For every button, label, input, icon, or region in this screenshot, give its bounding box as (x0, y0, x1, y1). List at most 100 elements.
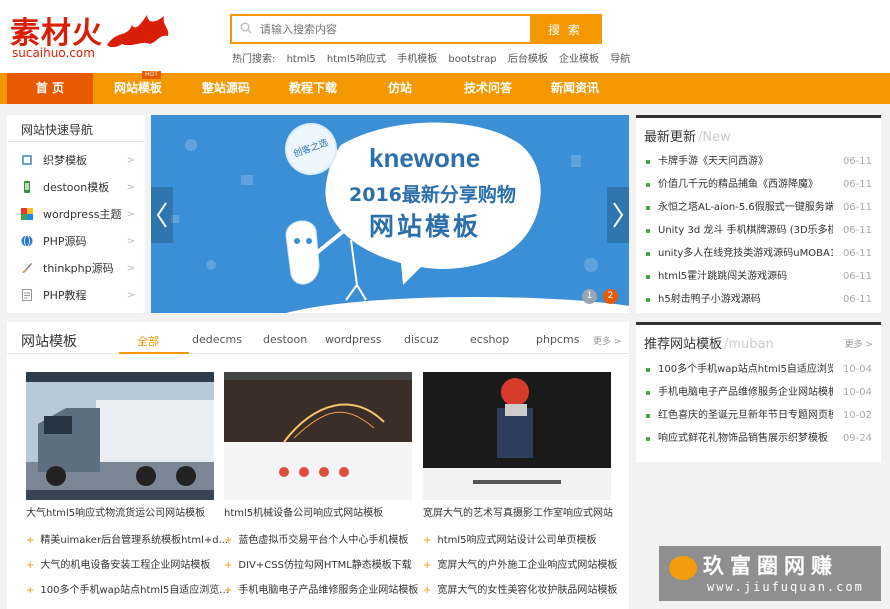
hot-searches: 热门搜索: html5 html5响应式 手机模板 bootstrap 后台模板… (232, 50, 638, 65)
tab-phpcms[interactable]: phpcms (536, 333, 579, 346)
quick-nav-item[interactable]: 织梦模板 > (7, 147, 145, 174)
more-link[interactable]: 更多 > (593, 334, 621, 347)
fox-logo-icon (669, 556, 697, 580)
hot-term[interactable]: html5 (287, 54, 316, 65)
bullet-icon (646, 275, 650, 279)
template-tabs: 网站模板 全部 dedecms destoon wordpress discuz… (7, 322, 629, 354)
banner-dot-2[interactable]: 2 (603, 289, 618, 304)
chevron-right-icon: > (126, 155, 135, 166)
template-list-item[interactable]: + 宽屏大气的户外施工企业响应式网站模板 (423, 556, 617, 571)
quick-nav-item[interactable]: thinkphp源码 > (7, 255, 145, 282)
template-list-item[interactable]: + 宽屏大气的女性美容化妆护肤品网站模板 (423, 581, 617, 596)
search-input[interactable] (232, 16, 530, 42)
wordpress-icon (21, 208, 33, 220)
bullet-icon (646, 160, 650, 164)
hot-label: 热门搜索: (232, 54, 276, 65)
templates-title: 网站模板 (21, 334, 77, 350)
banner-prev-button[interactable] (151, 187, 173, 243)
list-item[interactable]: 卡牌手游《天天问西游》 06-11 (644, 150, 876, 173)
template-list-item[interactable]: + 大气的机电设备安装工程企业网站模板 (26, 556, 210, 571)
truck-image-icon (26, 372, 214, 500)
search-button[interactable]: 搜 索 (530, 16, 600, 42)
nav-item-news[interactable]: 新闻资讯 (537, 73, 613, 104)
list-item[interactable]: 手机电脑电子产品维修服务企业网站模板 10-04 (644, 381, 876, 404)
hot-term[interactable]: 后台模板 (508, 54, 548, 65)
active-tab-indicator (119, 352, 189, 354)
template-list-item[interactable]: +100多个手机wap站点html5自适应浏览... (26, 581, 229, 596)
tab-dedecms[interactable]: dedecms (192, 333, 242, 346)
quick-nav-item[interactable]: wordpress主题 > (7, 201, 145, 228)
bullet-icon (646, 368, 650, 372)
brush-icon (22, 263, 32, 273)
hot-term[interactable]: html5响应式 (327, 54, 386, 65)
template-caption[interactable]: 大气html5响应式物流货运公司网站模板 (26, 504, 205, 519)
list-item[interactable]: h5射击鸭子小游戏源码 06-11 (644, 288, 876, 311)
bullet-icon (646, 437, 650, 441)
hot-term[interactable]: 手机模板 (397, 54, 437, 65)
tab-ecshop[interactable]: ecshop (470, 333, 509, 346)
hot-term[interactable]: 导航 (610, 54, 630, 65)
hot-term[interactable]: 企业模板 (559, 54, 599, 65)
site-logo[interactable]: 素材火 sucaihuo.com (10, 8, 169, 60)
template-caption[interactable]: html5机械设备公司响应式网站模板 (224, 504, 383, 519)
bullet-icon (646, 414, 650, 418)
nav-item-qa[interactable]: 技术问答 (450, 73, 526, 104)
template-list-item[interactable]: + html5响应式网站设计公司单页模板 (423, 531, 597, 546)
list-item[interactable]: unity多人在线竞技类游戏源码uMOBA1... 06-11 (644, 242, 876, 265)
list-item[interactable]: 100多个手机wap站点html5自适应浏览... 10-04 (644, 358, 876, 381)
chevron-left-icon (156, 202, 167, 228)
template-list-item[interactable]: + DIV+CSS仿拉勾网HTML静态模板下载 (224, 556, 412, 571)
document-icon (22, 289, 32, 301)
list-item[interactable]: 响应式鲜花礼物饰品销售展示织梦模板 09-24 (644, 427, 876, 450)
template-list-item[interactable]: + 精美uimaker后台管理系统模板html+d... (26, 531, 228, 546)
bullet-icon (646, 298, 650, 302)
list-item[interactable]: 红色喜庆的圣诞元旦新年节日专题网页模... 10-02 (644, 404, 876, 427)
nav-item-clone[interactable]: 仿站 (362, 73, 438, 104)
list-item[interactable]: Unity 3d 龙斗 手机棋牌源码 (3D乐多棋... 06-11 (644, 219, 876, 242)
dedecms-icon (22, 155, 32, 165)
quick-nav-item[interactable]: destoon模板 > (7, 174, 145, 201)
tab-wordpress[interactable]: wordpress (325, 333, 382, 346)
bullet-icon (646, 252, 650, 256)
template-thumb-photography[interactable] (423, 372, 611, 500)
template-thumb-truck[interactable] (26, 372, 214, 500)
quick-nav-item[interactable]: PHP教程 > (7, 282, 145, 309)
tab-destoon[interactable]: destoon (263, 333, 307, 346)
latest-title: 最新更新/New (644, 130, 731, 145)
flame-logo-icon (107, 15, 169, 48)
banner-dot-1[interactable]: 1 (582, 289, 597, 304)
banner-line2: 网站模板 (369, 212, 482, 241)
tab-all[interactable]: 全部 (137, 333, 159, 349)
photographer-image-icon (423, 372, 611, 500)
watermark-overlay: 玖富圈网赚 www.jiufuquan.com (659, 546, 881, 601)
template-caption[interactable]: 宽屏大气的艺术写真摄影工作室响应式网站 (423, 504, 613, 519)
nav-item-templates[interactable]: 网站模板 (100, 73, 176, 104)
hot-term[interactable]: bootstrap (448, 54, 496, 65)
banner-next-button[interactable] (607, 187, 629, 243)
machinery-image-icon (224, 372, 412, 500)
globe-icon (21, 235, 33, 247)
nav-item-home[interactable]: 首 页 (7, 73, 93, 104)
templates-panel: 网站模板 全部 dedecms destoon wordpress discuz… (7, 322, 629, 609)
hot-badge: HOT (142, 71, 161, 79)
chevron-right-icon: > (126, 263, 135, 274)
tab-discuz[interactable]: discuz (404, 333, 439, 346)
nav-item-tutorials[interactable]: 教程下载 (275, 73, 351, 104)
list-item[interactable]: html5霍汁跳跳闯关游戏源码 06-11 (644, 265, 876, 288)
recommend-panel: 推荐网站模板/muban 更多 > 100多个手机wap站点html5自适应浏览… (636, 322, 881, 462)
template-thumb-machinery[interactable] (224, 372, 412, 500)
banner-line1: 2016最新分享购物 (349, 184, 516, 206)
chevron-right-icon: > (126, 290, 135, 301)
latest-updates-panel: 最新更新/New 卡牌手游《天天问西游》 06-11 价值几千元的精品捕鱼《西游降… (636, 115, 881, 313)
banner-brand: knewone (369, 143, 481, 173)
template-list-item[interactable]: + 手机电脑电子产品维修服务企业网站模板 (224, 581, 418, 596)
bullet-icon (646, 391, 650, 395)
list-item[interactable]: 价值几千元的精品捕鱼《西游降魔》 06-11 (644, 173, 876, 196)
hero-banner[interactable]: knewone 2016最新分享购物 网站模板 创客之选 1 2 (151, 115, 629, 313)
recommend-more-link[interactable]: 更多 > (845, 337, 873, 350)
list-item[interactable]: 永恒之塔AL-aion-5.6假服式一键服务端+...06-11 (644, 196, 876, 219)
bullet-icon (646, 229, 650, 233)
template-list-item[interactable]: + 蓝色虚拟币交易平台个人中心手机模板 (224, 531, 408, 546)
nav-item-source[interactable]: 整站源码 (188, 73, 264, 104)
quick-nav-item[interactable]: PHP源码 > (7, 228, 145, 255)
